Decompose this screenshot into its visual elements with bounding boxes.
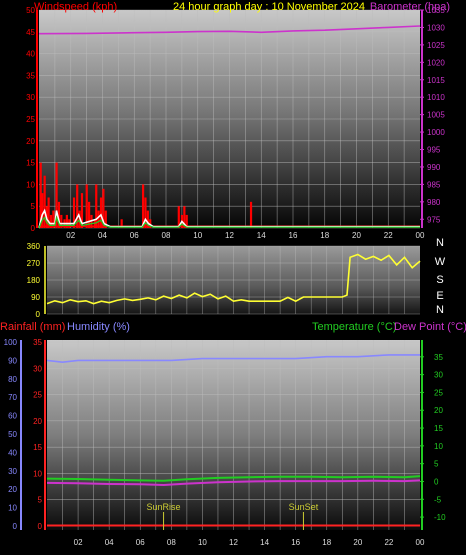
compass-label: S <box>436 274 443 286</box>
humidity-tick-label: 80 <box>8 375 17 384</box>
weather-graph: 0510152025303540455097598098599099510001… <box>4 6 446 547</box>
windspeed-tick-label: 0 <box>31 224 36 233</box>
x-tick-label: 02 <box>74 538 83 547</box>
temperature-tick-label: 10 <box>434 442 443 451</box>
rainfall-tick-label: 15 <box>33 443 42 452</box>
windspeed-tick-label: 45 <box>26 28 35 37</box>
dewpoint-axis-title: Dew Point (°C) <box>394 321 466 333</box>
humidity-tick-label: 70 <box>8 393 17 402</box>
barometer-tick-label: 1030 <box>427 23 445 32</box>
temperature-axis-title: Temperature (°C) <box>312 321 397 333</box>
compass-label: N <box>436 237 444 249</box>
windspeed-tick-label: 20 <box>26 137 35 146</box>
barometer-tick-label: 980 <box>427 198 441 207</box>
temperature-tick-label: 35 <box>434 353 443 362</box>
x-tick-label: 06 <box>130 231 139 240</box>
humidity-axis-title: Humidity (%) <box>67 321 130 333</box>
barometer-axis-title: Barometer (hpa) <box>369 1 450 13</box>
humidity-tick-label: 50 <box>8 430 17 439</box>
x-tick-label: 04 <box>98 231 107 240</box>
x-tick-label: 14 <box>260 538 269 547</box>
x-tick-label: 10 <box>198 538 207 547</box>
x-tick-label: 18 <box>322 538 331 547</box>
direction-tick-label: 90 <box>31 293 40 302</box>
direction-tick-label: 180 <box>27 276 41 285</box>
rainfall-axis-title: Rainfall (mm) <box>0 321 66 333</box>
rainfall-tick-label: 5 <box>38 496 43 505</box>
barometer-tick-label: 985 <box>427 180 441 189</box>
humidity-tick-label: 100 <box>4 338 18 347</box>
rainfall-tick-label: 25 <box>33 391 42 400</box>
humidity-tick-label: 0 <box>13 522 18 531</box>
x-tick-label: 00 <box>416 538 425 547</box>
direction-tick-label: 0 <box>36 310 41 319</box>
x-tick-label: 12 <box>229 538 238 547</box>
windspeed-tick-label: 25 <box>26 115 35 124</box>
temperature-tick-label: 5 <box>434 460 439 469</box>
humidity-tick-label: 90 <box>8 356 17 365</box>
rainfall-tick-label: 35 <box>33 338 42 347</box>
direction-tick-label: 270 <box>27 259 41 268</box>
x-tick-label: 08 <box>162 231 171 240</box>
x-tick-label: 00 <box>416 231 425 240</box>
windspeed-bar <box>95 184 98 228</box>
windspeed-bar <box>249 201 253 228</box>
humidity-tick-label: 20 <box>8 485 17 494</box>
temperature-tick-label: -10 <box>434 513 446 522</box>
x-tick-label: 22 <box>384 538 393 547</box>
compass-label: N <box>436 304 444 316</box>
humidity-tick-label: 10 <box>8 504 17 513</box>
x-tick-label: 16 <box>289 231 298 240</box>
x-tick-label: 16 <box>291 538 300 547</box>
barometer-tick-label: 1015 <box>427 76 445 85</box>
windspeed-tick-label: 35 <box>26 71 35 80</box>
temperature-tick-label: 30 <box>434 371 443 380</box>
rainfall-tick-label: 0 <box>38 522 43 531</box>
direction-tick-label: 360 <box>27 242 41 251</box>
temperature-tick-label: 25 <box>434 388 443 397</box>
sun-marker-label: SunSet <box>289 502 319 512</box>
barometer-tick-label: 990 <box>427 163 441 172</box>
x-tick-label: 04 <box>105 538 114 547</box>
barometer-tick-label: 1020 <box>427 58 445 67</box>
compass-label: W <box>435 256 446 268</box>
x-tick-label: 12 <box>225 231 234 240</box>
barometer-tick-label: 1025 <box>427 41 445 50</box>
x-tick-label: 20 <box>352 231 361 240</box>
temperature-tick-label: 20 <box>434 406 443 415</box>
temperature-tick-label: 0 <box>434 477 439 486</box>
barometer-tick-label: 995 <box>427 146 441 155</box>
windspeed-tick-label: 10 <box>26 180 35 189</box>
rainfall-tick-label: 20 <box>33 417 42 426</box>
x-tick-label: 10 <box>193 231 202 240</box>
windspeed-bar <box>97 210 100 228</box>
temperature-tick-label: 15 <box>434 424 443 433</box>
x-tick-label: 18 <box>320 231 329 240</box>
x-tick-label: 06 <box>136 538 145 547</box>
barometer-tick-label: 1000 <box>427 128 445 137</box>
barometer-tick-label: 975 <box>427 215 441 224</box>
compass-label: E <box>436 290 443 302</box>
windspeed-tick-label: 5 <box>31 202 36 211</box>
x-tick-label: 22 <box>384 231 393 240</box>
chart-title: 24 hour graph day : 10 November 2024 <box>173 1 366 13</box>
humidity-tick-label: 40 <box>8 448 17 457</box>
x-tick-label: 20 <box>353 538 362 547</box>
x-tick-label: 14 <box>257 231 266 240</box>
humidity-tick-label: 30 <box>8 467 17 476</box>
windspeed-axis-title: Windspeed (kph) <box>34 1 118 13</box>
rainfall-tick-label: 10 <box>33 469 42 478</box>
sun-marker-label: SunRise <box>147 502 181 512</box>
x-tick-label: 02 <box>66 231 75 240</box>
windspeed-bar <box>99 197 103 228</box>
rainfall-tick-label: 30 <box>33 364 42 373</box>
humidity-tick-label: 60 <box>8 412 17 421</box>
windspeed-tick-label: 15 <box>26 159 35 168</box>
x-tick-label: 08 <box>167 538 176 547</box>
barometer-tick-label: 1005 <box>427 111 445 120</box>
windspeed-tick-label: 30 <box>26 93 35 102</box>
temperature-tick-label: -5 <box>434 495 442 504</box>
barometer-tick-label: 1010 <box>427 93 445 102</box>
windspeed-tick-label: 40 <box>26 50 35 59</box>
